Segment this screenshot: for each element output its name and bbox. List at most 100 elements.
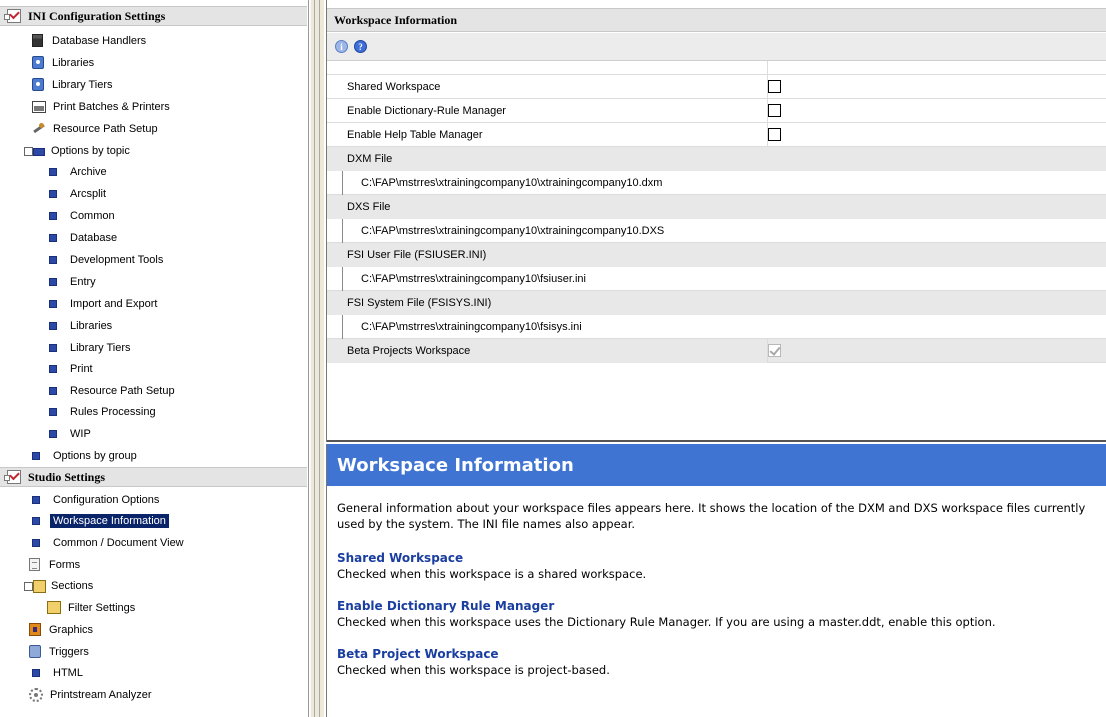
fsi-user-path-field[interactable]: C:\FAP\mstrres\xtrainingcompany10\fsiuse… [342,266,586,291]
tree-item-workspace-information[interactable]: Workspace Information [29,510,169,531]
tree-item-import-export[interactable]: Import and Export [46,293,160,314]
property-label: Shared Workspace [327,74,768,99]
row-fsi-user-path: C:\FAP\mstrres\xtrainingcompany10\fsiuse… [327,266,1106,291]
help-icon[interactable]: ? [354,40,367,53]
tree-item-filter-settings[interactable]: Filter Settings [47,597,138,618]
panel-splitter[interactable] [310,0,324,717]
row-beta-projects-workspace: Beta Projects Workspace [327,338,1106,363]
property-label: DXS File [327,194,1106,219]
expand-minus-icon [24,144,45,157]
help-text-shared-workspace: Checked when this workspace is a shared … [337,567,647,581]
bullet-icon [32,516,40,525]
row-dxs-file-label: DXS File [327,194,1106,219]
library-icon [32,78,44,91]
help-text-dictionary-rule-manager: Checked when this workspace uses the Dic… [337,615,996,629]
library-icon [32,56,44,69]
panel-title-bar: Workspace Information [327,8,1106,32]
bullet-icon [49,211,57,220]
tree-item-forms[interactable]: Forms [29,554,83,575]
help-body: General information about your workspace… [327,486,1106,678]
tree-item-archive[interactable]: Archive [46,161,110,182]
bullet-icon [49,429,57,438]
property-label: Enable Dictionary-Rule Manager [327,98,768,123]
tree-item-common[interactable]: Common [46,205,118,226]
help-banner: Workspace Information [327,444,1106,486]
dxm-path-field[interactable]: C:\FAP\mstrres\xtrainingcompany10\xtrain… [342,170,662,195]
panel-toolbar: i ? [327,33,1106,61]
tree-item-options-by-topic[interactable]: Options by topic [24,140,133,161]
tree-item-triggers[interactable]: Triggers [29,641,92,662]
tree-item-wip[interactable]: WIP [46,423,94,444]
property-grid: Shared Workspace Enable Dictionary-Rule … [327,60,1106,373]
shared-workspace-checkbox[interactable] [768,80,781,93]
property-label: Enable Help Table Manager [327,122,768,147]
tree-item-topic-library-tiers[interactable]: Library Tiers [46,337,134,358]
fsi-system-path-field[interactable]: C:\FAP\mstrres\xtrainingcompany10\fsisys… [342,314,582,339]
property-label: Beta Projects Workspace [327,338,768,363]
tree-item-print-batches[interactable]: Print Batches & Printers [32,96,173,117]
bullet-icon [49,167,57,176]
bullet-icon [49,277,57,286]
tree-item-common-document-view[interactable]: Common / Document View [29,532,187,553]
checklist-icon [4,9,21,23]
row-fsi-user-label: FSI User File (FSIUSER.INI) [327,242,1106,267]
tree-item-html[interactable]: HTML [29,662,86,683]
printer-icon [32,100,46,113]
workspace-info-panel: Workspace Information i ? Shared Workspa… [326,0,1106,442]
checklist-icon [4,470,21,484]
tree-item-database-handlers[interactable]: Database Handlers [32,30,149,51]
help-panel: Workspace Information General informatio… [326,444,1106,717]
tree-item-development-tools[interactable]: Development Tools [46,249,166,270]
form-icon [29,558,40,571]
row-dxs-path: C:\FAP\mstrres\xtrainingcompany10\xtrain… [327,218,1106,243]
bullet-icon [32,668,40,677]
tree-item-sections[interactable]: Sections [24,575,96,596]
info-icon[interactable]: i [335,40,348,53]
tree-item-libraries[interactable]: Libraries [32,52,97,73]
row-dxm-path: C:\FAP\mstrres\xtrainingcompany10\xtrain… [327,170,1106,195]
beta-projects-checkbox [768,344,781,357]
settings-tree: INI Configuration Settings Database Hand… [0,0,309,717]
tree-item-database[interactable]: Database [46,227,120,248]
folder-icon [47,601,61,614]
tree-item-library-tiers[interactable]: Library Tiers [32,74,116,95]
row-dxm-file-label: DXM File [327,146,1106,171]
tree-item-rules-processing[interactable]: Rules Processing [46,401,159,422]
bullet-icon [32,538,40,547]
bullet-icon [49,189,57,198]
tree-item-print[interactable]: Print [46,358,96,379]
row-shared-workspace: Shared Workspace [327,74,1106,99]
bullet-icon [49,407,57,416]
studio-settings-header[interactable]: Studio Settings [0,467,307,487]
gear-icon [29,687,43,702]
ini-configuration-header[interactable]: INI Configuration Settings [0,6,307,26]
row-enable-help-table-manager: Enable Help Table Manager [327,122,1106,147]
trigger-icon [29,645,41,658]
tree-item-graphics[interactable]: Graphics [29,619,96,640]
bullet-icon [49,386,57,395]
bullet-icon [49,233,57,242]
dxs-path-field[interactable]: C:\FAP\mstrres\xtrainingcompany10\xtrain… [342,218,664,243]
tree-item-arcsplit[interactable]: Arcsplit [46,183,109,204]
tree-item-printstream-analyzer[interactable]: Printstream Analyzer [29,684,154,705]
help-heading-shared-workspace: Shared Workspace [337,551,464,565]
tree-item-configuration-options[interactable]: Configuration Options [29,489,162,510]
help-heading-dictionary-rule-manager: Enable Dictionary Rule Manager [337,599,555,613]
tree-item-entry[interactable]: Entry [46,271,99,292]
bullet-icon [32,451,40,460]
tree-item-options-by-group[interactable]: Options by group [29,445,140,466]
tree-item-topic-libraries[interactable]: Libraries [46,315,115,336]
folder-icon [24,579,46,593]
help-table-manager-checkbox[interactable] [768,128,781,141]
tree-item-resource-path-setup[interactable]: Resource Path Setup [32,118,161,139]
bullet-icon [49,343,57,352]
property-label: FSI User File (FSIUSER.INI) [327,242,1106,267]
help-intro: General information about your workspace… [337,501,1086,531]
tree-item-topic-resource-path[interactable]: Resource Path Setup [46,380,178,401]
image-icon [29,623,41,636]
bullet-icon [49,299,57,308]
bullet-icon [32,495,40,504]
dictionary-rule-manager-checkbox[interactable] [768,104,781,117]
property-label: DXM File [327,146,1106,171]
tools-icon [32,122,46,135]
